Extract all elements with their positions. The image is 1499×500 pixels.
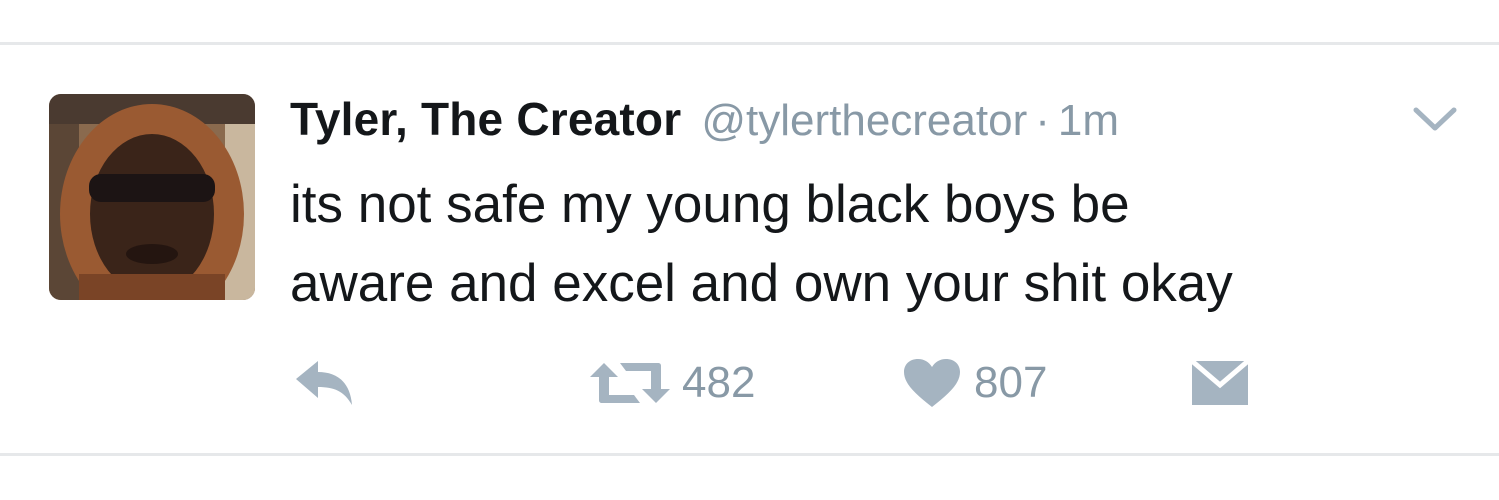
- retweet-button[interactable]: 482: [590, 353, 755, 413]
- bottom-divider: [0, 453, 1499, 456]
- timestamp[interactable]: 1m: [1058, 96, 1119, 146]
- tweet-text: its not safe my young black boys be awar…: [290, 165, 1460, 323]
- direct-message-button[interactable]: [1190, 353, 1250, 413]
- heart-icon: [904, 359, 960, 407]
- tweet-header: Tyler, The Creator @tylerthecreator · 1m: [290, 92, 1119, 152]
- like-button[interactable]: 807: [902, 353, 1047, 413]
- avatar[interactable]: [49, 94, 255, 300]
- separator-dot: ·: [1035, 96, 1050, 145]
- tweet-text-line: its not safe my young black boys be: [290, 175, 1130, 234]
- top-divider: [0, 42, 1499, 45]
- like-count: 807: [974, 358, 1048, 407]
- reply-button[interactable]: [292, 353, 356, 413]
- user-handle[interactable]: @tylerthecreator: [701, 96, 1027, 146]
- tweet-text-line: aware and excel and own your shit okay: [290, 254, 1233, 313]
- retweet-count: 482: [682, 358, 756, 407]
- tweet-screen: Tyler, The Creator @tylerthecreator · 1m…: [0, 0, 1499, 500]
- envelope-icon: [1190, 359, 1250, 405]
- display-name[interactable]: Tyler, The Creator: [290, 92, 681, 146]
- reply-icon: [296, 361, 352, 405]
- retweet-icon: [590, 363, 670, 403]
- chevron-down-icon[interactable]: [1412, 104, 1458, 134]
